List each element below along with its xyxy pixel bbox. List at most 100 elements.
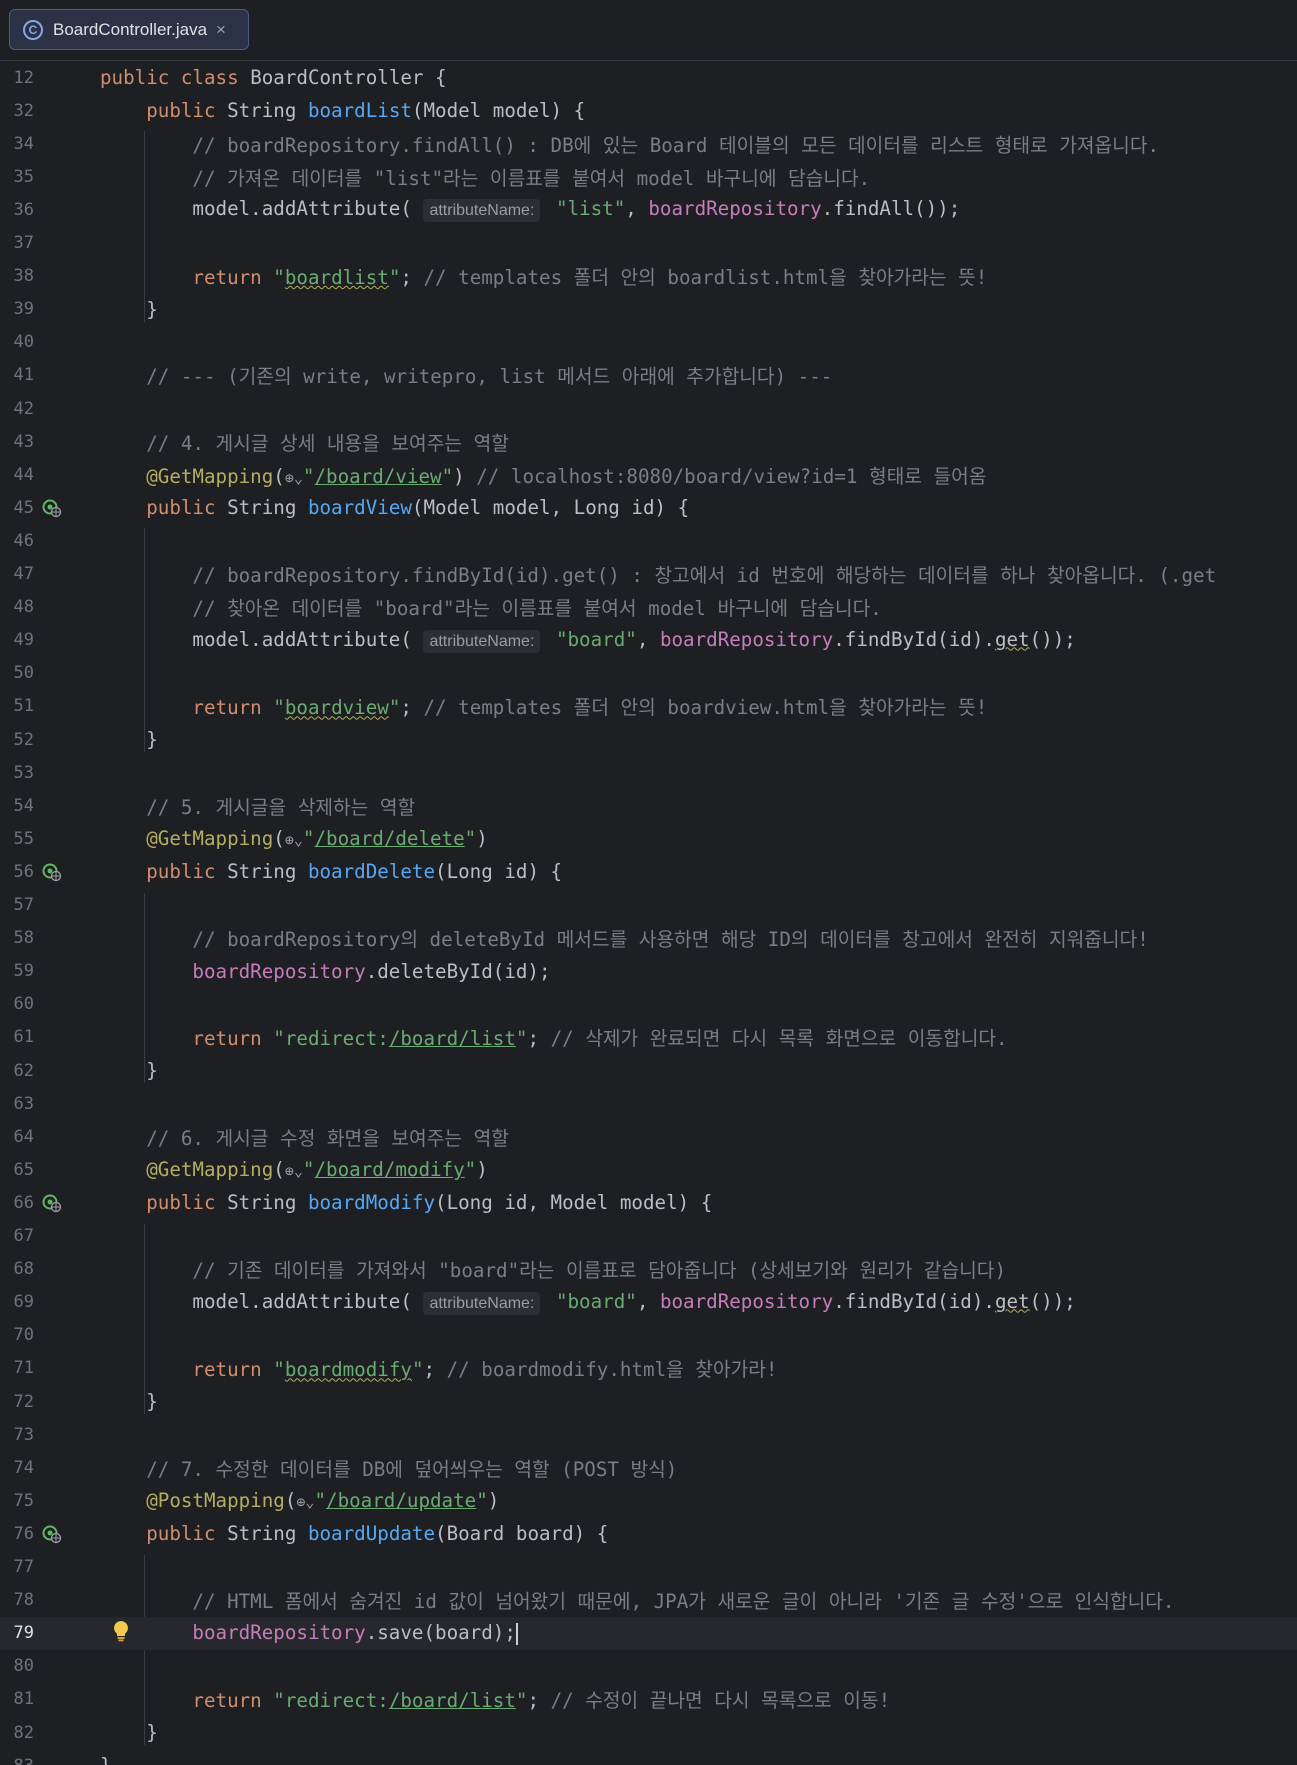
tab-boardcontroller[interactable]: C BoardController.java × — [9, 9, 249, 50]
code-text[interactable]: return "redirect:/board/list"; // 수정이 끝나… — [100, 1685, 890, 1713]
code-line[interactable]: 64 // 6. 게시글 수정 화면을 보여주는 역할 — [0, 1120, 1297, 1153]
line-number[interactable]: 82 — [0, 1723, 34, 1743]
code-text[interactable]: public String boardView(Model model, Lon… — [100, 496, 689, 519]
code-line[interactable]: 49 model.addAttribute( attributeName: "b… — [0, 624, 1297, 657]
line-number[interactable]: 42 — [0, 399, 34, 419]
line-number[interactable]: 39 — [0, 299, 34, 319]
code-line[interactable]: 68 // 기존 데이터를 가져와서 "board"라는 이름표로 담아줍니다 … — [0, 1253, 1297, 1286]
web-endpoint-icon[interactable] — [42, 862, 62, 882]
code-editor[interactable]: 12 public class BoardController {32 publi… — [0, 61, 1297, 1765]
code-text[interactable]: boardRepository.save(board); — [100, 1621, 518, 1645]
code-line[interactable]: 42 — [0, 392, 1297, 425]
line-number[interactable]: 44 — [0, 465, 34, 485]
code-line[interactable]: 44 @GetMapping(⊕⌄"/board/view") // local… — [0, 458, 1297, 491]
line-number[interactable]: 32 — [0, 101, 34, 121]
code-line[interactable]: 54 // 5. 게시글을 삭제하는 역할 — [0, 789, 1297, 822]
line-number[interactable]: 58 — [0, 928, 34, 948]
code-line[interactable]: 51 return "boardview"; // templates 폴더 안… — [0, 690, 1297, 723]
code-text[interactable]: public String boardDelete(Long id) { — [100, 860, 562, 883]
code-text[interactable]: // 6. 게시글 수정 화면을 보여주는 역할 — [100, 1123, 509, 1151]
code-line[interactable]: 37 — [0, 227, 1297, 260]
code-text[interactable]: // 기존 데이터를 가져와서 "board"라는 이름표로 담아줍니다 (상세… — [100, 1255, 1006, 1283]
code-line[interactable]: 59 boardRepository.deleteById(id); — [0, 955, 1297, 988]
line-number[interactable]: 41 — [0, 365, 34, 385]
line-number[interactable]: 50 — [0, 663, 34, 683]
web-endpoint-icon[interactable] — [42, 1193, 62, 1213]
code-line[interactable]: 46 — [0, 524, 1297, 557]
line-number[interactable]: 69 — [0, 1292, 34, 1312]
code-text[interactable]: public class BoardController { — [100, 66, 447, 89]
code-line[interactable]: 58 // boardRepository의 deleteById 메서드를 사… — [0, 922, 1297, 955]
code-text[interactable]: @GetMapping(⊕⌄"/board/delete") — [100, 827, 488, 850]
code-line[interactable]: 75 @PostMapping(⊕⌄"/board/update") — [0, 1484, 1297, 1517]
code-line[interactable]: 74 // 7. 수정한 데이터를 DB에 덮어씌우는 역할 (POST 방식) — [0, 1451, 1297, 1484]
line-number[interactable]: 57 — [0, 895, 34, 915]
code-text[interactable]: public String boardModify(Long id, Model… — [100, 1191, 712, 1214]
code-line[interactable]: 32 public String boardList(Model model) … — [0, 94, 1297, 127]
line-number[interactable]: 53 — [0, 763, 34, 783]
line-number[interactable]: 70 — [0, 1325, 34, 1345]
code-line[interactable]: 69 model.addAttribute( attributeName: "b… — [0, 1286, 1297, 1319]
code-line[interactable]: 67 — [0, 1220, 1297, 1253]
code-line[interactable]: 78 // HTML 폼에서 숨겨진 id 값이 넘어왔기 때문에, JPA가 … — [0, 1584, 1297, 1617]
code-text[interactable]: @GetMapping(⊕⌄"/board/view") // localhos… — [100, 461, 986, 489]
code-text[interactable]: // 4. 게시글 상세 내용을 보여주는 역할 — [100, 428, 509, 456]
globe-icon[interactable]: ⊕⌄ — [285, 469, 303, 487]
code-text[interactable]: public String boardUpdate(Board board) { — [100, 1522, 608, 1545]
code-line[interactable]: 50 — [0, 657, 1297, 690]
line-number[interactable]: 48 — [0, 597, 34, 617]
line-number[interactable]: 83 — [0, 1756, 34, 1765]
code-line[interactable]: 48 // 찾아온 데이터를 "board"라는 이름표를 붙여서 model … — [0, 591, 1297, 624]
code-line[interactable]: 60 — [0, 988, 1297, 1021]
code-line[interactable]: 70 — [0, 1319, 1297, 1352]
line-number[interactable]: 55 — [0, 829, 34, 849]
code-text[interactable]: return "redirect:/board/list"; // 삭제가 완료… — [100, 1023, 1007, 1051]
code-text[interactable]: return "boardview"; // templates 폴더 안의 b… — [100, 692, 987, 720]
line-number[interactable]: 71 — [0, 1358, 34, 1378]
line-number[interactable]: 60 — [0, 994, 34, 1014]
code-line[interactable]: 65 @GetMapping(⊕⌄"/board/modify") — [0, 1153, 1297, 1186]
code-line[interactable]: 12 public class BoardController { — [0, 61, 1297, 94]
code-line[interactable]: 57 — [0, 889, 1297, 922]
line-number[interactable]: 72 — [0, 1392, 34, 1412]
code-text[interactable]: // HTML 폼에서 숨겨진 id 값이 넘어왔기 때문에, JPA가 새로운… — [100, 1586, 1174, 1614]
code-text[interactable]: // boardRepository.findAll() : DB에 있는 Bo… — [100, 130, 1159, 158]
code-line[interactable]: 63 — [0, 1087, 1297, 1120]
line-number[interactable]: 54 — [0, 796, 34, 816]
code-line[interactable]: 66 public String boardModify(Long id, Mo… — [0, 1186, 1297, 1219]
code-line[interactable]: 80 — [0, 1650, 1297, 1683]
code-text[interactable]: // 5. 게시글을 삭제하는 역할 — [100, 792, 415, 820]
code-line[interactable]: 53 — [0, 756, 1297, 789]
line-number[interactable]: 80 — [0, 1656, 34, 1676]
code-text[interactable]: model.addAttribute( attributeName: "list… — [100, 197, 960, 223]
line-number[interactable]: 74 — [0, 1458, 34, 1478]
code-line[interactable]: 34 // boardRepository.findAll() : DB에 있는… — [0, 127, 1297, 160]
code-line[interactable]: 79 boardRepository.save(board); — [0, 1616, 1297, 1650]
web-endpoint-icon[interactable] — [42, 1524, 62, 1544]
code-line[interactable]: 55 @GetMapping(⊕⌄"/board/delete") — [0, 822, 1297, 855]
line-number[interactable]: 36 — [0, 200, 34, 220]
code-text[interactable]: } — [100, 298, 158, 321]
code-text[interactable]: // 찾아온 데이터를 "board"라는 이름표를 붙여서 model 바구니… — [100, 593, 881, 621]
code-text[interactable]: @GetMapping(⊕⌄"/board/modify") — [100, 1158, 488, 1181]
line-number[interactable]: 62 — [0, 1061, 34, 1081]
line-number[interactable]: 64 — [0, 1127, 34, 1147]
line-number[interactable]: 38 — [0, 266, 34, 286]
line-number[interactable]: 47 — [0, 564, 34, 584]
line-number[interactable]: 59 — [0, 961, 34, 981]
line-number[interactable]: 79 — [0, 1623, 34, 1643]
line-number[interactable]: 81 — [0, 1689, 34, 1709]
code-text[interactable]: // --- (기존의 write, writepro, list 메서드 아래… — [100, 361, 832, 389]
line-number[interactable]: 37 — [0, 233, 34, 253]
code-line[interactable]: 76 public String boardUpdate(Board board… — [0, 1517, 1297, 1550]
code-line[interactable]: 77 — [0, 1551, 1297, 1584]
line-number[interactable]: 73 — [0, 1425, 34, 1445]
code-text[interactable]: } — [100, 728, 158, 751]
code-line[interactable]: 72 } — [0, 1385, 1297, 1418]
code-line[interactable]: 73 — [0, 1418, 1297, 1451]
code-text[interactable]: // boardRepository.findById(id).get() : … — [100, 560, 1216, 588]
code-text[interactable]: return "boardlist"; // templates 폴더 안의 b… — [100, 262, 987, 290]
line-number[interactable]: 66 — [0, 1193, 34, 1213]
code-line[interactable]: 40 — [0, 326, 1297, 359]
globe-icon[interactable]: ⊕⌄ — [296, 1493, 314, 1511]
